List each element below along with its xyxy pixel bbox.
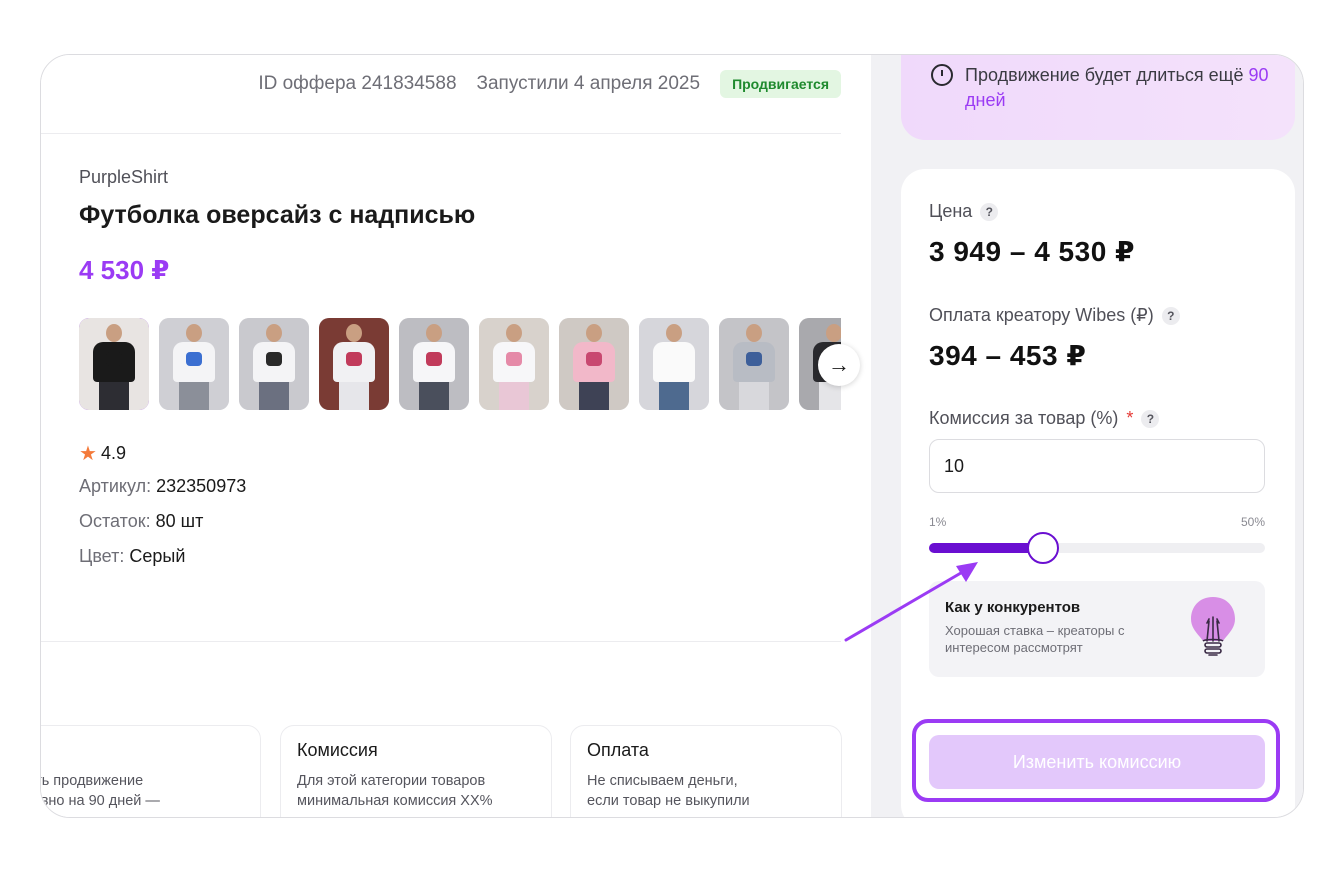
promo-text-main: Продвижение будет длиться ещё (965, 65, 1249, 85)
gallery-next-button[interactable]: → (818, 344, 860, 386)
info-card-duration: ок устить продвижение то ровно на 90 дне… (40, 725, 261, 817)
card-title: ок (41, 740, 244, 761)
launch-date: Запустили 4 апреля 2025 (476, 73, 701, 94)
promo-duration-banner: Продвижение будет длиться ещё 90 дней (901, 55, 1295, 140)
price-label: Цена ? (929, 201, 999, 222)
slider-handle[interactable] (1027, 532, 1059, 564)
info-card-commission: Комиссия Для этой категории товаров мини… (280, 725, 552, 817)
slider-fill (929, 543, 1043, 553)
stock-label: Остаток: (79, 511, 151, 531)
gallery-thumbnail[interactable] (559, 318, 629, 410)
color-label: Цвет: (79, 546, 125, 566)
star-icon: ★ (79, 443, 97, 465)
product-brand: PurpleShirt (79, 167, 169, 187)
divider (41, 641, 841, 642)
card-text: Для этой категории товаров минимальная к… (297, 773, 493, 817)
competitor-tip: Как у конкурентов Хорошая ставка – креат… (929, 581, 1265, 677)
card-text: Не списываем деньги, если товар не выкуп… (587, 773, 750, 817)
commission-slider[interactable] (929, 532, 1265, 564)
article-label: Артикул: (79, 476, 152, 496)
product-title: Футболка оверсайз с надписью (79, 201, 476, 229)
help-icon[interactable]: ? (1141, 409, 1160, 428)
status-badge: Продвигается (720, 70, 841, 98)
gallery-thumbnail[interactable] (399, 318, 469, 410)
creator-payment-label: Оплата креатору Wibes (₽) ? (929, 305, 1180, 326)
gallery-thumbnail[interactable] (719, 318, 789, 410)
card-title: Оплата (587, 740, 649, 760)
creator-payment-range: 394 – 453 ₽ (929, 340, 1087, 371)
gallery-thumbnail[interactable] (479, 318, 549, 410)
card-title: Комиссия (297, 740, 378, 760)
slider-max-label: 50% (1240, 515, 1265, 529)
product-price: 4 530 ₽ (79, 255, 170, 285)
slider-min-label: 1% (929, 515, 947, 529)
commission-input[interactable]: 10 (929, 439, 1265, 493)
rating-value: 4.9 (100, 443, 126, 463)
product-gallery (79, 318, 841, 410)
color-line: Цвет: Серый (79, 546, 185, 567)
product-panel: ID оффера 241834588 Запустили 4 апреля 2… (41, 55, 871, 817)
change-commission-button[interactable]: Изменить комиссию (929, 735, 1265, 789)
commission-sidebar: Продвижение будет длиться ещё 90 дней Це… (871, 55, 1303, 817)
gallery-thumbnail[interactable] (239, 318, 309, 410)
stock-value: 80 шт (155, 511, 204, 531)
card-text: устить продвижение то ровно на 90 дней —… (40, 773, 160, 817)
lightbulb-icon (1191, 597, 1235, 656)
commission-label-text: Комиссия за товар (%) (929, 408, 1119, 428)
help-icon[interactable]: ? (980, 202, 999, 221)
tip-text: Хорошая ставка – креаторы с интересом ра… (945, 623, 1125, 655)
price-label-text: Цена (929, 201, 973, 221)
creator-label-text: Оплата креатору Wibes (₽) (929, 305, 1154, 325)
offer-id: ID оффера 241834588 (258, 73, 457, 94)
gallery-thumbnail[interactable] (159, 318, 229, 410)
required-mark: * (1126, 408, 1134, 428)
product-rating: ★ 4.9 (79, 441, 126, 466)
price-range: 3 949 – 4 530 ₽ (929, 236, 1136, 267)
arrow-right-icon: → (828, 352, 850, 377)
promo-text: Продвижение будет длиться ещё 90 дней (965, 63, 1275, 140)
help-icon[interactable]: ? (1161, 306, 1180, 325)
commission-panel: Цена ? 3 949 – 4 530 ₽ Оплата креатору W… (901, 169, 1295, 817)
article-line: Артикул: 232350973 (79, 476, 246, 497)
divider (41, 133, 841, 134)
commission-input-value: 10 (944, 455, 965, 476)
gallery-thumbnail[interactable] (79, 318, 149, 410)
offer-frame: ID оффера 241834588 Запустили 4 апреля 2… (40, 54, 1304, 818)
gallery-thumbnail[interactable] (319, 318, 389, 410)
gallery-thumbnail[interactable] (639, 318, 709, 410)
info-card-payment: Оплата Не списываем деньги, если товар н… (570, 725, 842, 817)
commission-label: Комиссия за товар (%) * ? (929, 408, 1160, 429)
clock-icon (931, 64, 953, 86)
stock-line: Остаток: 80 шт (79, 511, 203, 532)
article-value: 232350973 (156, 476, 247, 496)
color-value: Серый (129, 546, 186, 566)
offer-meta: ID оффера 241834588 Запустили 4 апреля 2… (258, 69, 841, 99)
